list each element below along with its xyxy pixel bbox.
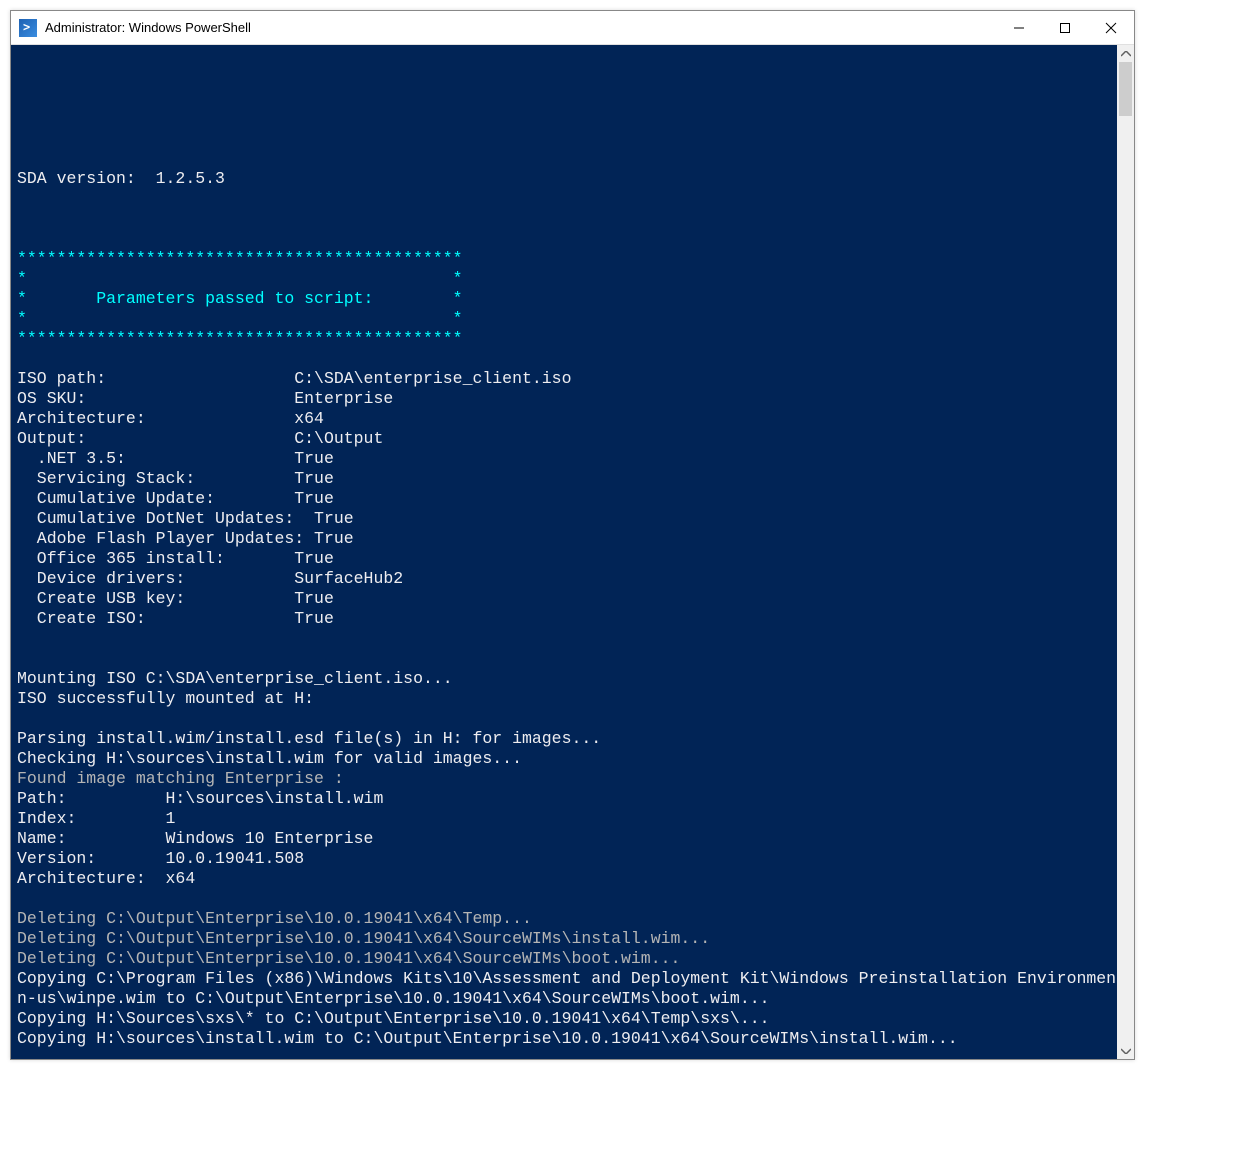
param-servicing-stack: Servicing Stack: True xyxy=(17,469,334,488)
param-office365: Office 365 install: True xyxy=(17,549,334,568)
param-os-sku: OS SKU: Enterprise xyxy=(17,389,393,408)
output-delete-temp: Deleting C:\Output\Enterprise\10.0.19041… xyxy=(17,909,532,928)
powershell-icon xyxy=(19,19,37,37)
minimize-button[interactable] xyxy=(996,11,1042,44)
param-create-iso: Create ISO: True xyxy=(17,609,334,628)
output-found-image: Found image matching Enterprise : xyxy=(17,769,344,788)
maximize-icon xyxy=(1059,22,1071,34)
close-icon xyxy=(1105,22,1117,34)
output-parse-wim: Parsing install.wim/install.esd file(s) … xyxy=(17,729,601,748)
output-mount-iso: Mounting ISO C:\SDA\enterprise_client.is… xyxy=(17,669,453,688)
image-index: Index: 1 xyxy=(17,809,175,828)
minimize-icon xyxy=(1013,22,1025,34)
output-copy-install-wim: Copying H:\sources\install.wim to C:\Out… xyxy=(17,1029,958,1048)
vertical-scrollbar[interactable] xyxy=(1117,45,1134,1059)
output-mount-success: ISO successfully mounted at H: xyxy=(17,689,314,708)
chevron-up-icon xyxy=(1121,51,1131,57)
param-cumulative-update: Cumulative Update: True xyxy=(17,489,334,508)
scroll-up-button[interactable] xyxy=(1117,45,1134,62)
image-name: Name: Windows 10 Enterprise xyxy=(17,829,373,848)
output-copy-winpe: Copying C:\Program Files (x86)\Windows K… xyxy=(17,969,1117,1008)
scroll-down-button[interactable] xyxy=(1117,1042,1134,1059)
output-delete-boot-wim: Deleting C:\Output\Enterprise\10.0.19041… xyxy=(17,949,680,968)
banner-line: ****************************************… xyxy=(17,329,463,348)
banner-line: * * xyxy=(17,269,463,288)
output-delete-install-wim: Deleting C:\Output\Enterprise\10.0.19041… xyxy=(17,929,710,948)
banner-title: * Parameters passed to script: * xyxy=(17,289,463,308)
param-flash-updates: Adobe Flash Player Updates: True xyxy=(17,529,354,548)
maximize-button[interactable] xyxy=(1042,11,1088,44)
window-title: Administrator: Windows PowerShell xyxy=(45,20,996,35)
window-controls xyxy=(996,11,1134,44)
output-sda-version: SDA version: 1.2.5.3 xyxy=(17,169,225,188)
chevron-down-icon xyxy=(1121,1048,1131,1054)
image-architecture: Architecture: x64 xyxy=(17,869,195,888)
banner-line: ****************************************… xyxy=(17,249,463,268)
image-path: Path: H:\sources\install.wim xyxy=(17,789,383,808)
close-button[interactable] xyxy=(1088,11,1134,44)
param-iso-path: ISO path: C:\SDA\enterprise_client.iso xyxy=(17,369,572,388)
param-output: Output: C:\Output xyxy=(17,429,383,448)
scroll-thumb[interactable] xyxy=(1119,62,1132,116)
banner-line: * * xyxy=(17,309,463,328)
param-architecture: Architecture: x64 xyxy=(17,409,324,428)
param-cumulative-dotnet: Cumulative DotNet Updates: True xyxy=(17,509,354,528)
output-check-wim: Checking H:\sources\install.wim for vali… xyxy=(17,749,522,768)
console-output[interactable]: SDA version: 1.2.5.3 *******************… xyxy=(11,45,1117,1059)
powershell-window: Administrator: Windows PowerShell SDA ve… xyxy=(10,10,1135,1060)
output-copy-sxs: Copying H:\Sources\sxs\* to C:\Output\En… xyxy=(17,1009,770,1028)
param-device-drivers: Device drivers: SurfaceHub2 xyxy=(17,569,403,588)
titlebar[interactable]: Administrator: Windows PowerShell xyxy=(11,11,1134,45)
image-version: Version: 10.0.19041.508 xyxy=(17,849,304,868)
param-dotnet: .NET 3.5: True xyxy=(17,449,334,468)
console-area: SDA version: 1.2.5.3 *******************… xyxy=(11,45,1134,1059)
param-create-usb: Create USB key: True xyxy=(17,589,334,608)
